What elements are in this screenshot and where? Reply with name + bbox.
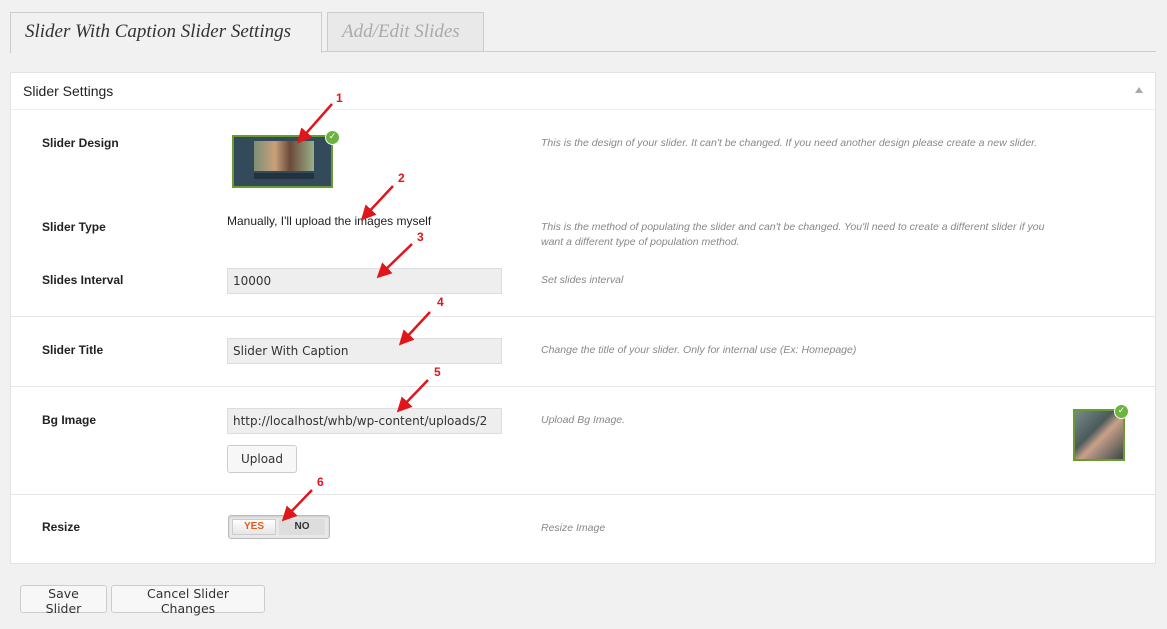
- row-divider: [11, 316, 1155, 317]
- annotation-number: 1: [336, 91, 343, 105]
- resize-no-option[interactable]: NO: [279, 519, 325, 535]
- slider-design-description: This is the design of your slider. It ca…: [541, 137, 1038, 149]
- row-divider: [11, 386, 1155, 387]
- slides-interval-description: Set slides interval: [541, 274, 624, 286]
- annotation-number: 2: [398, 171, 405, 185]
- slider-settings-panel: Slider Settings Slider Design ✓ This is …: [10, 72, 1156, 564]
- slider-type-description: This is the method of populating the sli…: [541, 221, 1045, 248]
- resize-label: Resize: [42, 520, 81, 534]
- resize-toggle[interactable]: YES NO: [228, 515, 330, 539]
- upload-button[interactable]: Upload: [227, 445, 297, 473]
- design-preview-image: [254, 141, 314, 171]
- annotation-number: 5: [434, 365, 441, 379]
- tab-bar: Slider With Caption Slider Settings Add/…: [0, 0, 1156, 53]
- slider-title-description: Change the title of your slider. Only fo…: [541, 344, 857, 356]
- tab-add-edit-slides[interactable]: Add/Edit Slides: [327, 12, 484, 51]
- save-slider-button[interactable]: Save Slider: [20, 585, 107, 616]
- resize-description: Resize Image: [541, 522, 606, 534]
- bg-image-url-input[interactable]: [227, 408, 502, 434]
- slider-title-input[interactable]: [227, 338, 502, 364]
- slider-design-label: Slider Design: [42, 136, 119, 150]
- design-preview-caption-bar: [254, 173, 314, 179]
- bg-image-description: Upload Bg Image.: [541, 414, 626, 426]
- slider-type-label: Slider Type: [42, 220, 106, 234]
- row-divider: [11, 494, 1155, 495]
- slides-interval-input[interactable]: [227, 268, 502, 294]
- collapse-arrow-icon[interactable]: [1135, 87, 1143, 93]
- slider-type-value: Manually, I'll upload the images myself: [227, 214, 432, 228]
- slider-design-thumbnail: [232, 135, 333, 188]
- cancel-slider-changes-button[interactable]: Cancel Slider Changes: [111, 585, 265, 616]
- slider-title-label: Slider Title: [42, 343, 104, 357]
- annotation-number: 6: [317, 475, 324, 489]
- annotation-number: 4: [437, 295, 444, 309]
- panel-header[interactable]: Slider Settings: [11, 73, 1155, 110]
- tab-slider-settings[interactable]: Slider With Caption Slider Settings: [10, 12, 322, 53]
- check-icon: ✓: [1114, 404, 1129, 419]
- bg-image-label: Bg Image: [42, 413, 97, 427]
- resize-yes-option[interactable]: YES: [232, 519, 276, 535]
- slides-interval-label: Slides Interval: [42, 273, 124, 287]
- annotation-number: 3: [417, 230, 424, 244]
- panel-title: Slider Settings: [23, 83, 114, 99]
- check-icon: ✓: [325, 130, 340, 145]
